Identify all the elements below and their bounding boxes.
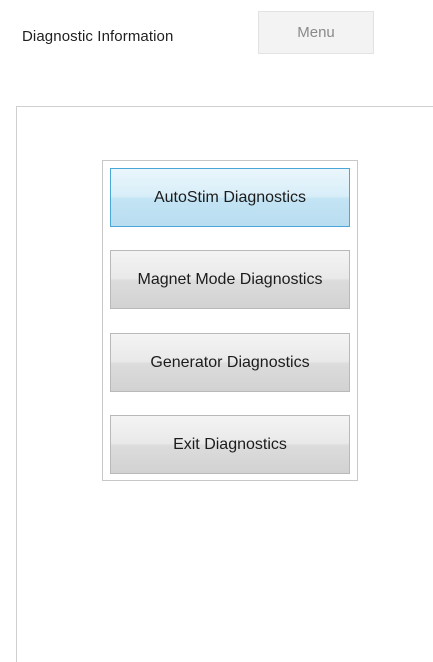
diagnostic-screen: Diagnostic Information Menu AutoStim Dia… — [0, 0, 433, 662]
exit-diagnostics-button[interactable]: Exit Diagnostics — [110, 415, 350, 474]
generator-diagnostics-button[interactable]: Generator Diagnostics — [110, 333, 350, 392]
diagnostics-button-group: AutoStim Diagnostics Magnet Mode Diagnos… — [102, 160, 358, 481]
page-title: Diagnostic Information — [22, 28, 174, 45]
menu-button[interactable]: Menu — [258, 11, 374, 54]
autostim-diagnostics-button[interactable]: AutoStim Diagnostics — [110, 168, 350, 227]
magnet-mode-diagnostics-button[interactable]: Magnet Mode Diagnostics — [110, 250, 350, 309]
